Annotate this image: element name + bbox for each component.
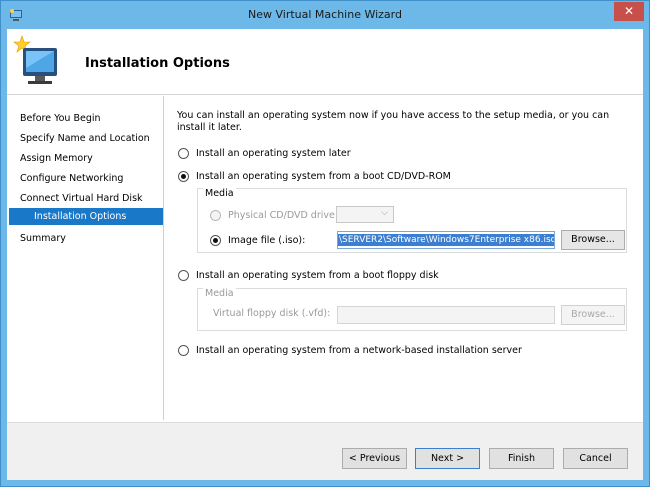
step-assign-memory[interactable]: Assign Memory (9, 150, 163, 167)
physical-drive-select: ⌵ (336, 206, 394, 223)
radio-install-later[interactable] (178, 147, 189, 159)
option-network-install[interactable]: Install an operating system from a netwo… (178, 343, 522, 357)
radio-network-install[interactable] (178, 344, 189, 356)
wizard-body: Before You Begin Specify Name and Locati… (7, 96, 643, 430)
title-bar[interactable]: New Virtual Machine Wizard ✕ (1, 1, 649, 29)
option-boot-cd-dvd[interactable]: Install an operating system from a boot … (178, 169, 451, 183)
finish-button[interactable]: Finish (489, 448, 554, 469)
page-title: Installation Options (85, 56, 230, 71)
image-file-value: \SERVER2\Software\Windows7Enterprise x86… (338, 234, 554, 246)
wizard-footer: < Previous Next > Finish Cancel (7, 422, 643, 480)
option-install-later-label: Install an operating system later (196, 147, 351, 159)
computer-star-icon (13, 34, 65, 88)
floppy-media-group-label: Media (203, 288, 236, 299)
radio-boot-cd-dvd[interactable] (178, 170, 189, 182)
installation-options-panel: You can install an operating system now … (177, 96, 637, 420)
step-configure-networking[interactable]: Configure Networking (9, 170, 163, 187)
step-summary[interactable]: Summary (9, 230, 163, 247)
wizard-step-list: Before You Begin Specify Name and Locati… (7, 96, 164, 420)
option-boot-floppy[interactable]: Install an operating system from a boot … (178, 268, 439, 282)
floppy-media-group: Media Virtual floppy disk (.vfd): Browse… (197, 288, 627, 331)
radio-physical-drive (210, 209, 221, 221)
option-install-later[interactable]: Install an operating system later (178, 146, 351, 160)
physical-drive-label: Physical CD/DVD drive: (228, 209, 339, 221)
radio-image-file[interactable] (210, 234, 221, 246)
image-browse-button[interactable]: Browse... (561, 230, 625, 250)
option-image-file[interactable]: Image file (.iso): (210, 233, 305, 247)
window-title: New Virtual Machine Wizard (248, 8, 402, 21)
radio-boot-floppy[interactable] (178, 269, 189, 281)
option-boot-cd-dvd-label: Install an operating system from a boot … (196, 170, 451, 182)
option-boot-floppy-label: Install an operating system from a boot … (196, 269, 439, 281)
step-installation-options[interactable]: Installation Options (9, 208, 163, 225)
wizard-header: Installation Options (7, 29, 643, 95)
vfd-input (337, 306, 555, 324)
option-network-install-label: Install an operating system from a netwo… (196, 344, 522, 356)
step-before-you-begin[interactable]: Before You Begin (9, 110, 163, 127)
option-physical-drive: Physical CD/DVD drive: (210, 208, 338, 222)
vfd-label: Virtual floppy disk (.vfd): (213, 308, 331, 319)
chevron-down-icon: ⌵ (381, 208, 388, 218)
cancel-button[interactable]: Cancel (563, 448, 628, 469)
wizard-window: New Virtual Machine Wizard ✕ Installatio… (0, 0, 650, 487)
step-specify-name-and-location[interactable]: Specify Name and Location (9, 130, 163, 147)
cd-media-group-label: Media (203, 188, 236, 199)
image-file-label: Image file (.iso): (228, 234, 306, 246)
close-icon: ✕ (623, 4, 635, 18)
intro-text: You can install an operating system now … (177, 110, 610, 133)
step-connect-virtual-hard-disk[interactable]: Connect Virtual Hard Disk (9, 190, 163, 207)
previous-button[interactable]: < Previous (342, 448, 407, 469)
wizard-client: Installation Options Before You Begin Sp… (7, 29, 643, 480)
next-button[interactable]: Next > (415, 448, 480, 469)
vfd-browse-button: Browse... (561, 305, 625, 325)
cd-media-group: Media Physical CD/DVD drive: ⌵ Image fil… (197, 188, 627, 253)
close-button[interactable]: ✕ (614, 2, 644, 21)
image-file-input[interactable]: \SERVER2\Software\Windows7Enterprise x86… (337, 231, 555, 249)
